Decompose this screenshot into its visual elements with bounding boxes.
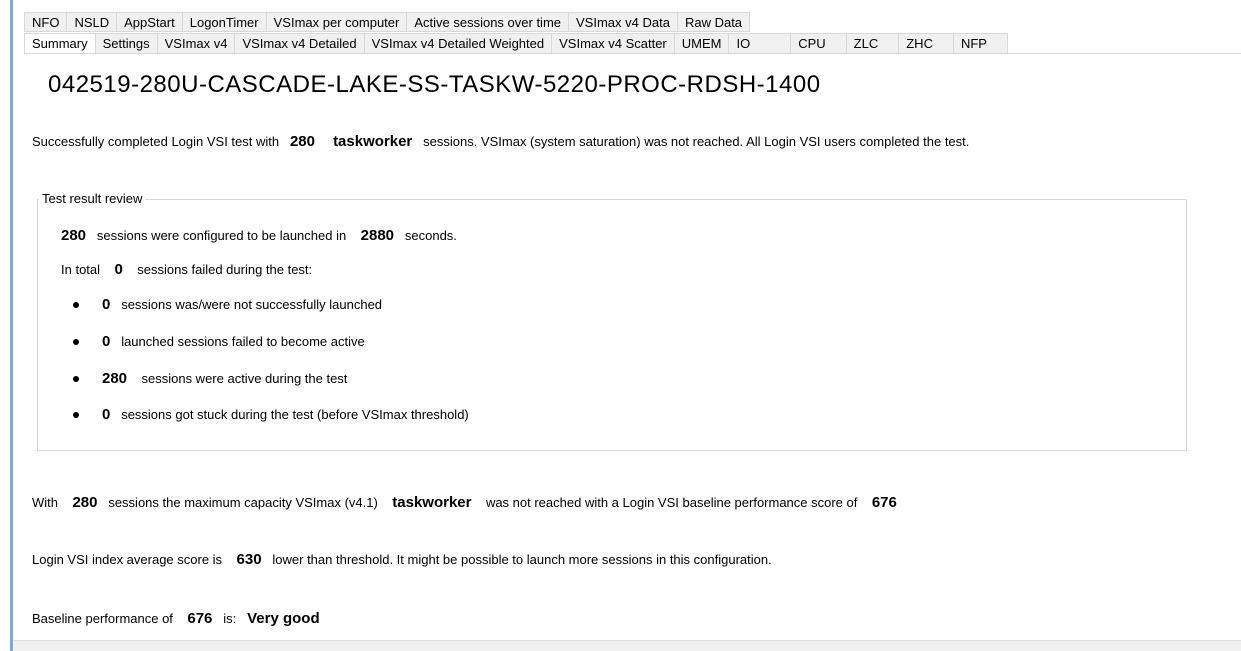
tab-zhc[interactable]: ZHC xyxy=(899,33,954,54)
capacity-workload: taskworker xyxy=(392,494,472,511)
tab-cpu[interactable]: CPU xyxy=(791,33,847,54)
tab-active-sessions-over-time[interactable]: Active sessions over time xyxy=(407,12,570,32)
test-result-review-legend: Test result review xyxy=(39,191,146,207)
login-vsi-analyzer-window: NFO NSLD AppStart LogonTimer VSImax per … xyxy=(0,0,1241,651)
bullet-text: sessions got stuck during the test (befo… xyxy=(121,407,469,422)
tab-vsimax-v4-detailed[interactable]: VSImax v4 Detailed xyxy=(235,33,365,54)
capacity-pre: With xyxy=(32,495,58,510)
tab-vsimax-v4-data[interactable]: VSImax v4 Data xyxy=(569,12,678,32)
tab-appstart[interactable]: AppStart xyxy=(117,12,183,32)
failed-pre: In total xyxy=(61,262,101,277)
capacity-mid: sessions the maximum capacity VSImax (v4… xyxy=(108,495,378,510)
baseline-rating: Very good xyxy=(247,610,320,627)
summary-workload: taskworker xyxy=(333,133,413,150)
tab-vsimax-per-computer[interactable]: VSImax per computer xyxy=(266,12,408,32)
bullet-value: 280 xyxy=(102,370,128,387)
index-pre: Login VSI index average score is xyxy=(32,552,223,567)
bullet-item: 0 sessions got stuck during the test (be… xyxy=(102,407,469,423)
tab-vsimax-v4-scatter[interactable]: VSImax v4 Scatter xyxy=(552,33,675,54)
configured-mid: sessions were configured to be launched … xyxy=(96,228,347,243)
bullet-dot xyxy=(73,339,79,345)
summary-pre: Successfully completed Login VSI test wi… xyxy=(32,134,280,149)
capacity-line: With 280 sessions the maximum capacity V… xyxy=(32,495,897,511)
test-title: 042519-280U-CASCADE-LAKE-SS-TASKW-5220-P… xyxy=(48,71,821,98)
index-post: lower than threshold. It might be possib… xyxy=(272,552,772,567)
bullet-value: 0 xyxy=(102,296,111,313)
bullet-item: 0 sessions was/were not successfully lau… xyxy=(102,297,382,313)
tab-io[interactable]: IO xyxy=(729,33,792,54)
window-border xyxy=(10,0,13,651)
summary-post: sessions. VSImax (system saturation) was… xyxy=(423,134,970,149)
tab-zlc[interactable]: ZLC xyxy=(846,33,900,54)
configured-seconds: 2880 xyxy=(360,227,395,244)
tab-summary[interactable]: Summary xyxy=(24,33,96,54)
summary-line: Successfully completed Login VSI test wi… xyxy=(32,134,969,150)
configured-post: seconds. xyxy=(404,228,457,243)
bullet-dot xyxy=(73,302,79,308)
tab-nfo[interactable]: NFO xyxy=(24,12,68,32)
configured-line: 280 sessions were configured to be launc… xyxy=(61,228,457,244)
tab-umem[interactable]: UMEM xyxy=(674,33,730,54)
baseline-score: 676 xyxy=(187,610,213,627)
bullet-text: launched sessions failed to become activ… xyxy=(121,334,365,349)
tab-raw-data[interactable]: Raw Data xyxy=(677,12,751,32)
bullet-dot xyxy=(73,412,79,418)
capacity-sessions: 280 xyxy=(72,494,98,511)
tab-vsimax-v4-detailed-weighted[interactable]: VSImax v4 Detailed Weighted xyxy=(364,33,553,54)
capacity-mid2: was not reached with a Login VSI baselin… xyxy=(485,495,858,510)
baseline-mid: is: xyxy=(223,611,237,626)
tab-nsld[interactable]: NSLD xyxy=(67,12,118,32)
tab-strip-row-2: Summary Settings VSImax v4 VSImax v4 Det… xyxy=(24,33,1008,54)
failed-count: 0 xyxy=(114,261,123,278)
tab-strip-row-1: NFO NSLD AppStart LogonTimer VSImax per … xyxy=(24,12,751,32)
failed-post: sessions failed during the test: xyxy=(137,262,313,277)
bullet-value: 0 xyxy=(102,333,111,350)
bullet-item: 0 launched sessions failed to become act… xyxy=(102,334,365,350)
tab-logontimer[interactable]: LogonTimer xyxy=(182,12,267,32)
bullet-text: sessions was/were not successfully launc… xyxy=(121,297,383,312)
bottom-border xyxy=(14,640,1241,651)
baseline-pre: Baseline performance of xyxy=(32,611,173,626)
baseline-line: Baseline performance of 676 is: Very goo… xyxy=(32,611,320,627)
configured-sessions: 280 xyxy=(61,227,87,244)
index-line: Login VSI index average score is 630 low… xyxy=(32,552,772,568)
bullet-dot xyxy=(73,376,79,382)
bullet-value: 0 xyxy=(102,406,111,423)
bullet-item: 280 sessions were active during the test xyxy=(102,371,347,387)
summary-sessions: 280 xyxy=(289,133,315,150)
index-score: 630 xyxy=(236,551,262,568)
capacity-score: 676 xyxy=(871,494,897,511)
tab-settings[interactable]: Settings xyxy=(95,33,158,54)
tab-vsimax-v4[interactable]: VSImax v4 xyxy=(157,33,236,54)
tab-nfp[interactable]: NFP xyxy=(953,33,1008,54)
bullet-text: sessions were active during the test xyxy=(141,371,348,386)
failed-line: In total 0 sessions failed during the te… xyxy=(61,262,312,278)
